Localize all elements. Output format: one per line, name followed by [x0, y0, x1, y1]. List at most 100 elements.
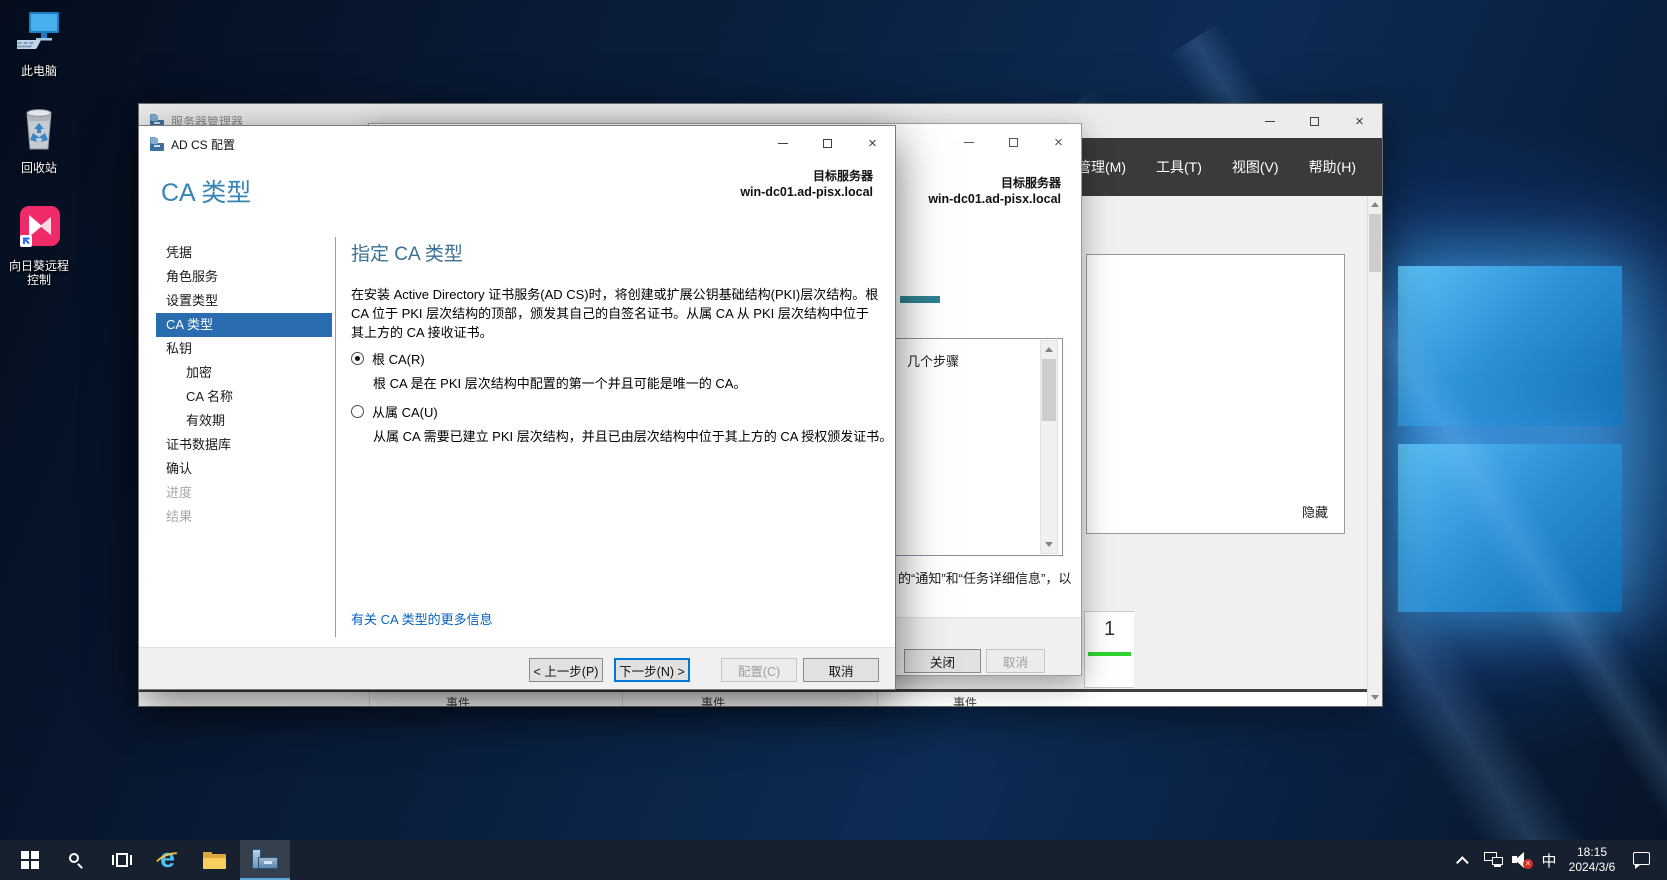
close-dialog-button[interactable]: 关闭 — [904, 649, 981, 673]
nav-item-role-services[interactable]: 角色服务 — [156, 265, 332, 289]
window-title: AD CS 配置 — [171, 136, 235, 153]
chevron-up-icon — [1456, 856, 1469, 869]
ime-indicator: 中 — [1541, 850, 1556, 871]
volume-muted-icon: × — [1512, 851, 1534, 869]
hide-link[interactable]: 隐藏 — [1302, 502, 1328, 521]
adcs-footer: < 上一步(P) 下一步(N) > 配置(C) 取消 — [139, 647, 895, 689]
window-controls: × — [946, 124, 1081, 160]
wallpaper-logo-pane-bottom — [1398, 444, 1622, 612]
desktop-icon-this-pc[interactable]: 此电脑 — [6, 10, 72, 78]
nav-item-certificate-database[interactable]: 证书数据库 — [156, 433, 332, 457]
tray-volume-button[interactable]: × — [1508, 840, 1538, 880]
task-view-button[interactable] — [99, 840, 145, 880]
windows-logo-icon — [21, 851, 39, 869]
taskbar-search-button[interactable] — [53, 840, 99, 880]
cancel-button[interactable]: 取消 — [986, 649, 1045, 673]
dashboard-count-tile[interactable]: 1 — [1084, 611, 1134, 688]
nav-item-cryptography[interactable]: 加密 — [156, 361, 332, 385]
tray-clock-button[interactable]: 18:15 2024/3/6 — [1560, 840, 1624, 880]
recycle-bin-icon — [17, 105, 61, 153]
tile-row-events[interactable]: 事件 — [701, 694, 725, 706]
target-server-name: win-dc01.ad-pisx.local — [740, 184, 873, 200]
desktop-icon-label: 此电脑 — [6, 64, 72, 78]
close-icon: × — [1054, 135, 1063, 150]
sunflower-remote-icon — [17, 205, 61, 251]
folder-icon — [203, 852, 226, 869]
nav-item-private-key[interactable]: 私钥 — [156, 337, 332, 361]
scroll-down-icon — [1371, 695, 1379, 700]
menu-manage[interactable]: 管理(M) — [1077, 157, 1126, 177]
scrollbar-thumb[interactable] — [1042, 359, 1056, 421]
nav-item-credentials[interactable]: 凭据 — [156, 241, 332, 265]
configure-button[interactable]: 配置(C) — [721, 658, 797, 682]
menu-tools[interactable]: 工具(T) — [1156, 157, 1202, 177]
target-server-block: 目标服务器 win-dc01.ad-pisx.local — [928, 176, 1061, 207]
target-server-name: win-dc01.ad-pisx.local — [928, 191, 1061, 207]
panel-scrollbar[interactable] — [1040, 340, 1058, 554]
server-manager-icon — [252, 849, 278, 869]
window-controls: × — [1247, 104, 1382, 138]
tile-row-events[interactable]: 事件 — [953, 694, 977, 706]
radio-subordinate-ca[interactable]: 从属 CA(U) — [351, 402, 438, 421]
start-button[interactable] — [7, 840, 53, 880]
tile-row-events[interactable]: 事件 — [446, 694, 470, 706]
scrollbar-thumb[interactable] — [1369, 214, 1381, 272]
menu-view[interactable]: 视图(V) — [1232, 157, 1279, 177]
next-button[interactable]: 下一步(N) > — [614, 658, 690, 682]
server-manager-scrollbar[interactable] — [1367, 196, 1382, 706]
nav-item-ca-type[interactable]: CA 类型 — [156, 313, 332, 337]
internet-explorer-icon: e — [155, 847, 181, 873]
close-icon: × — [868, 136, 877, 151]
maximize-icon — [823, 139, 832, 148]
installation-progress-bar — [900, 296, 940, 303]
clock-date: 2024/3/6 — [1569, 860, 1616, 875]
taskbar-ie-button[interactable]: e — [145, 840, 191, 880]
nav-item-setup-type[interactable]: 设置类型 — [156, 289, 332, 313]
search-icon — [68, 852, 84, 868]
scroll-up-icon — [1045, 347, 1053, 352]
tray-ime-button[interactable]: 中 — [1536, 840, 1562, 880]
scroll-down-icon — [1045, 542, 1053, 547]
radio-label: 从属 CA(U) — [372, 402, 438, 421]
notice-text-fragment: 的“通知”和“任务详细信息”，以 — [898, 568, 1071, 587]
maximize-button[interactable] — [805, 126, 850, 161]
nav-item-validity-period[interactable]: 有效期 — [156, 409, 332, 433]
taskbar-file-explorer-button[interactable] — [191, 840, 237, 880]
action-center-icon — [1633, 852, 1651, 868]
maximize-button[interactable] — [991, 124, 1036, 160]
window-controls: × — [760, 126, 895, 161]
radio-unselected-icon[interactable] — [351, 405, 364, 418]
tray-show-hidden-icons-button[interactable] — [1450, 840, 1478, 880]
nav-item-ca-name[interactable]: CA 名称 — [156, 385, 332, 409]
close-button[interactable]: × — [1036, 124, 1081, 160]
page-title: CA 类型 — [161, 173, 251, 209]
desktop-icon-recycle-bin[interactable]: 回收站 — [6, 105, 72, 175]
close-button[interactable]: × — [1337, 104, 1382, 138]
radio-root-ca[interactable]: 根 CA(R) — [351, 349, 425, 368]
minimize-icon — [778, 143, 788, 144]
nav-item-confirmation[interactable]: 确认 — [156, 457, 332, 481]
cancel-button[interactable]: 取消 — [803, 658, 879, 682]
maximize-icon — [1310, 117, 1319, 126]
minimize-button[interactable] — [760, 126, 805, 161]
maximize-button[interactable] — [1292, 104, 1337, 138]
tray-network-button[interactable] — [1479, 840, 1509, 880]
close-button[interactable]: × — [850, 126, 895, 161]
desktop-icon-sunflower-remote[interactable]: 向日葵远程控制 — [6, 205, 72, 287]
task-view-icon — [112, 853, 132, 867]
radio-selected-icon[interactable] — [351, 352, 364, 365]
minimize-button[interactable] — [946, 124, 991, 160]
action-center-button[interactable] — [1622, 840, 1662, 880]
previous-button[interactable]: < 上一步(P) — [529, 658, 603, 682]
tile-status-green-line — [1088, 652, 1131, 656]
desktop-icon-label: 向日葵远程控制 — [6, 259, 72, 287]
taskbar-server-manager-button[interactable] — [240, 840, 290, 880]
wizard-nav: 凭据 角色服务 设置类型 CA 类型 私钥 加密 CA 名称 有效期 证书数据库… — [156, 241, 332, 529]
nav-item-progress: 进度 — [156, 481, 332, 505]
dashboard-tiles-strip: 事件 事件 事件 — [139, 689, 1367, 706]
minimize-button[interactable] — [1247, 104, 1292, 138]
more-info-link[interactable]: 有关 CA 类型的更多信息 — [351, 609, 493, 628]
this-pc-icon — [17, 10, 61, 56]
menu-help[interactable]: 帮助(H) — [1309, 157, 1356, 177]
radio-root-ca-desc: 根 CA 是在 PKI 层次结构中配置的第一个并且可能是唯一的 CA。 — [373, 373, 746, 392]
